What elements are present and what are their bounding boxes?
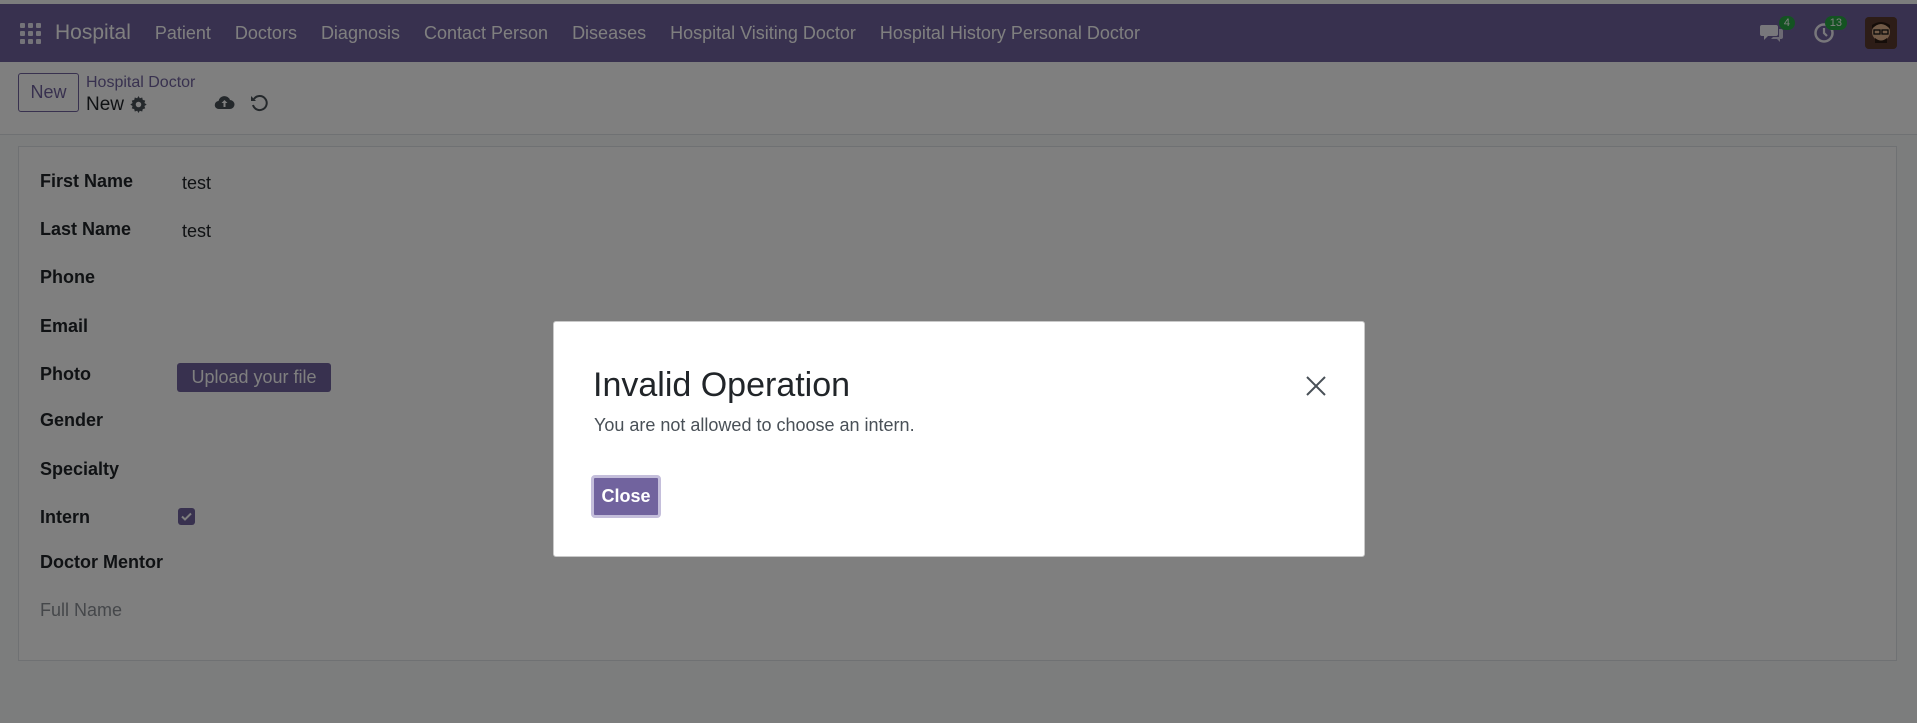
invalid-operation-dialog: Invalid Operation You are not allowed to… <box>553 321 1365 557</box>
dialog-title: Invalid Operation <box>593 366 851 404</box>
close-button[interactable]: Close <box>591 475 661 518</box>
dialog-message: You are not allowed to choose an intern. <box>594 415 915 435</box>
close-icon[interactable] <box>1302 372 1330 400</box>
